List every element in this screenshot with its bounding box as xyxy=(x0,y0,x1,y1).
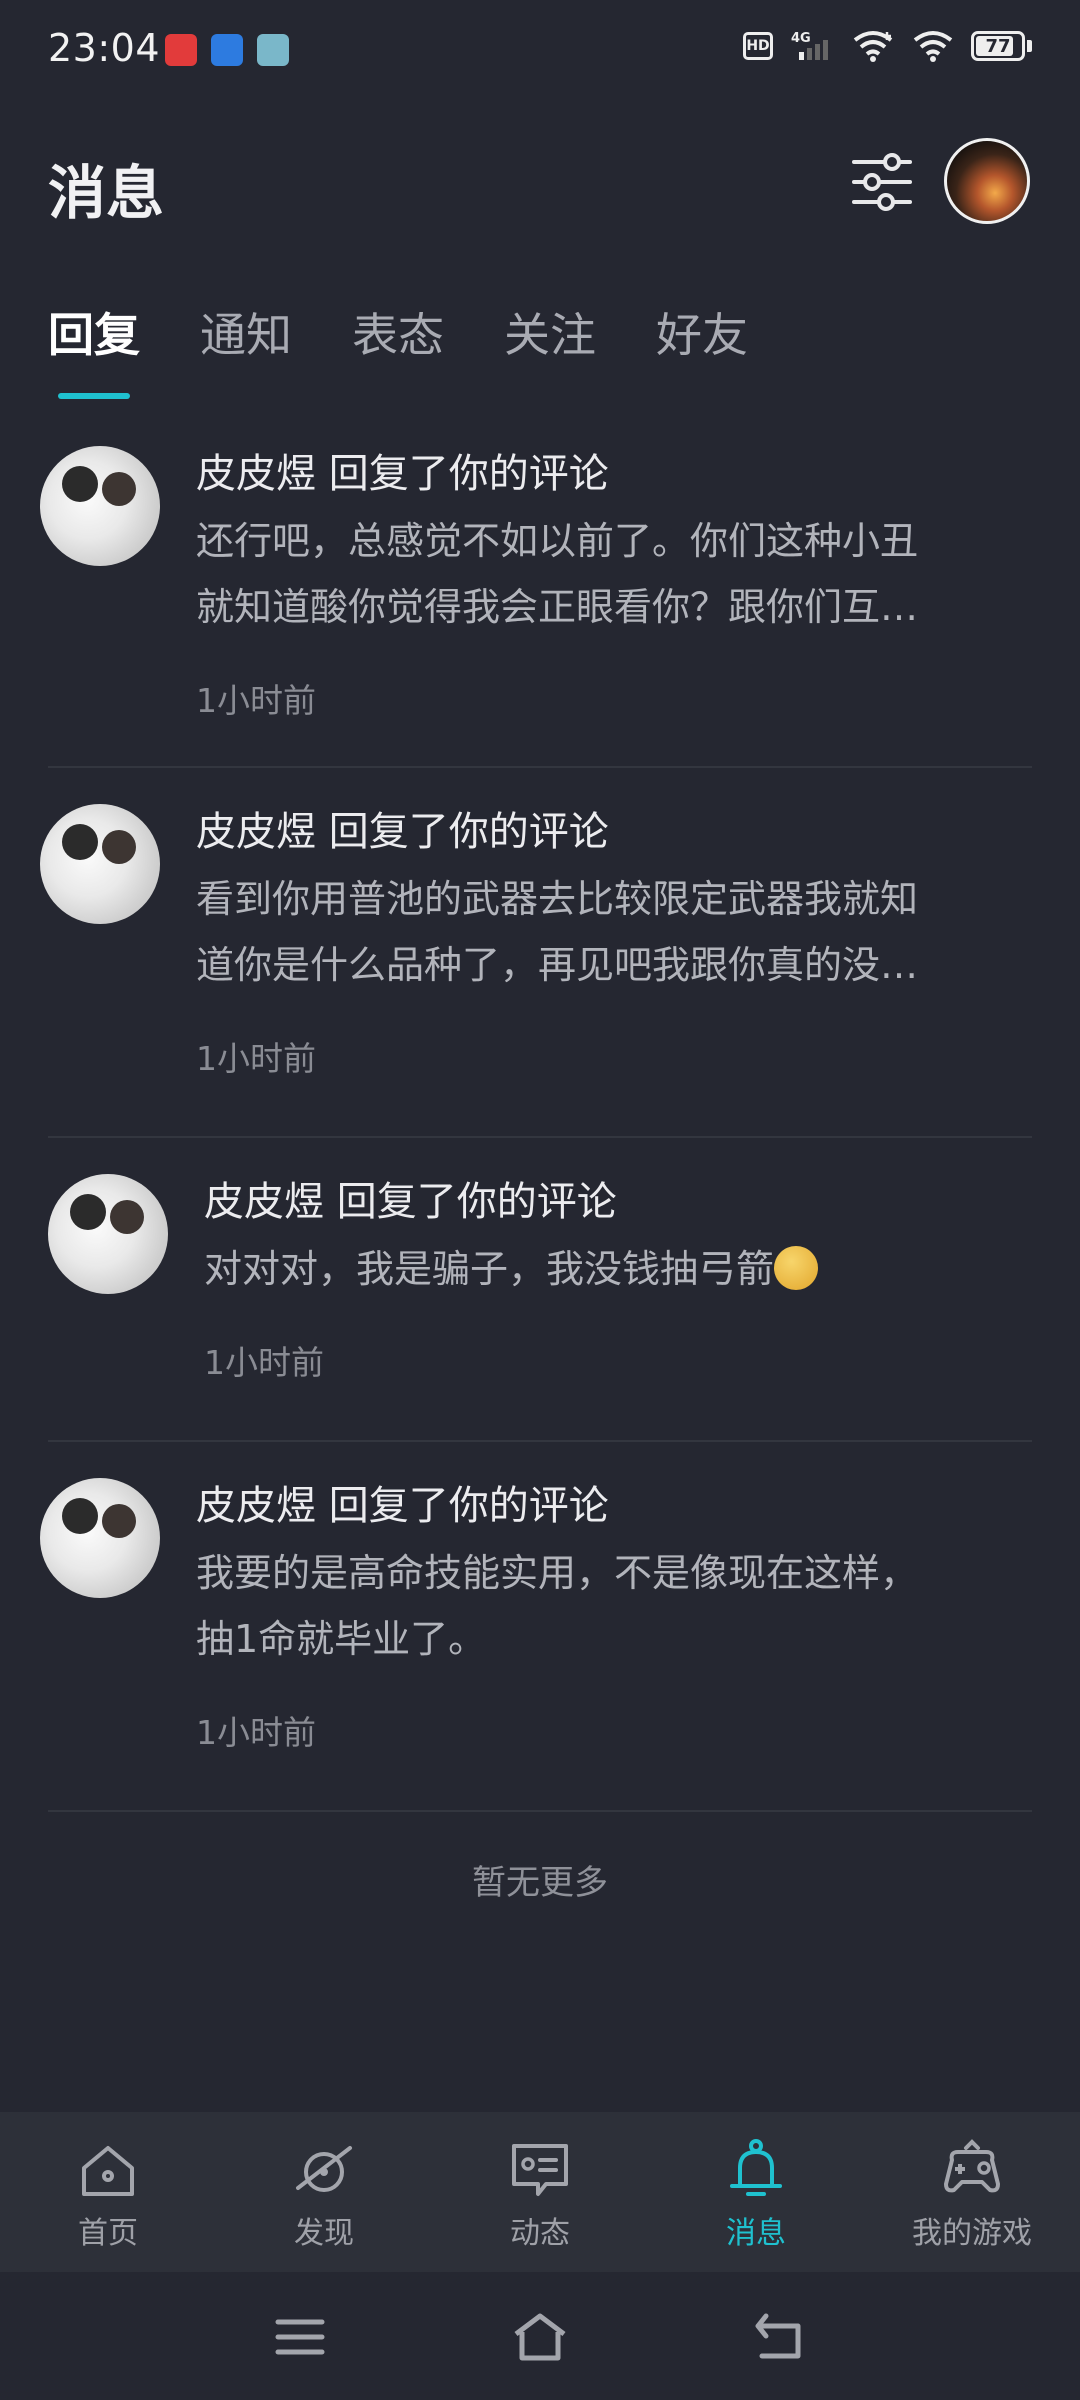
reply-content: 对对对，我是骗子，我没钱抽弓箭 xyxy=(204,1236,1044,1302)
reply-item[interactable]: 皮皮煜 回复了你的评论 我要的是高命技能实用，不是像现在这样， 抽1命就毕业了。… xyxy=(40,1442,1032,1812)
reply-item[interactable]: 皮皮煜 回复了你的评论 对对对，我是骗子，我没钱抽弓箭 1小时前 xyxy=(48,1138,1032,1442)
battery-icon: 77 xyxy=(971,31,1025,61)
smile-emoji-icon xyxy=(774,1246,819,1290)
page-title: 消息 xyxy=(48,159,165,227)
nav-item-feed[interactable]: 动态 xyxy=(432,2112,648,2272)
tab-reply[interactable]: 回复 xyxy=(48,300,140,370)
reply-body: 皮皮煜 回复了你的评论 看到你用普池的武器去比较限定武器我就知 道你是什么品种了… xyxy=(196,804,1036,1080)
reply-list: 皮皮煜 回复了你的评论 还行吧，总感觉不如以前了。你们这种小丑 就知道酸你觉得我… xyxy=(0,410,1080,1812)
reply-action: 回复了你的评论 xyxy=(328,451,609,497)
battery-level: 77 xyxy=(985,35,1011,57)
reply-action: 回复了你的评论 xyxy=(328,1483,609,1529)
reply-content-line: 就知道酸你觉得我会正眼看你？跟你们互… xyxy=(196,585,919,629)
feed-icon xyxy=(512,2144,568,2196)
reply-content-line: 我要的是高命技能实用，不是像现在这样， xyxy=(196,1551,919,1595)
reply-content: 我要的是高命技能实用，不是像现在这样， 抽1命就毕业了。 xyxy=(196,1540,1036,1672)
netease-music-icon xyxy=(165,34,197,66)
reply-body: 皮皮煜 回复了你的评论 还行吧，总感觉不如以前了。你们这种小丑 就知道酸你觉得我… xyxy=(196,446,1036,722)
reply-content-line: 看到你用普池的武器去比较限定武器我就知 xyxy=(196,877,919,921)
reply-header: 皮皮煜 回复了你的评论 xyxy=(204,1174,1044,1230)
reply-content-line: 道你是什么品种了，再见吧我跟你真的没… xyxy=(196,943,919,987)
nav-label: 发现 xyxy=(294,2216,354,2251)
nav-label: 首页 xyxy=(78,2216,138,2251)
profile-avatar[interactable] xyxy=(944,138,1030,224)
menu-icon[interactable] xyxy=(272,2312,328,2362)
tab-notification[interactable]: 通知 xyxy=(200,300,292,370)
reply-action: 回复了你的评论 xyxy=(336,1179,617,1225)
game-notification-icon xyxy=(257,34,289,66)
bottom-nav: 首页 发现 动态 消息 我的游戏 xyxy=(0,2112,1080,2272)
reply-time: 1小时前 xyxy=(196,1713,316,1752)
status-app-icons xyxy=(165,34,289,66)
nav-item-discover[interactable]: 发现 xyxy=(216,2112,432,2272)
reply-header: 皮皮煜 回复了你的评论 xyxy=(196,1478,1036,1534)
message-tabs: 回复 通知 表态 关注 好友 xyxy=(48,300,808,370)
reply-time: 1小时前 xyxy=(204,1343,324,1382)
reply-content-line: 抽1命就毕业了。 xyxy=(196,1617,487,1661)
reply-item[interactable]: 皮皮煜 回复了你的评论 看到你用普池的武器去比较限定武器我就知 道你是什么品种了… xyxy=(40,768,1032,1138)
reply-header: 皮皮煜 回复了你的评论 xyxy=(196,804,1036,860)
header: 消息 xyxy=(0,130,1080,240)
nav-item-messages[interactable]: 消息 xyxy=(648,2112,864,2272)
reply-username[interactable]: 皮皮煜 xyxy=(204,1179,324,1225)
battery-cap xyxy=(1027,40,1032,52)
reply-content: 还行吧，总感觉不如以前了。你们这种小丑 就知道酸你觉得我会正眼看你？跟你们互… xyxy=(196,508,1036,640)
wifi-icon xyxy=(913,31,953,62)
reply-time: 1小时前 xyxy=(196,1039,316,1078)
user-avatar[interactable] xyxy=(40,1478,160,1598)
reply-content: 看到你用普池的武器去比较限定武器我就知 道你是什么品种了，再见吧我跟你真的没… xyxy=(196,866,1036,998)
hd-icon: HD xyxy=(743,32,773,60)
tab-follow[interactable]: 关注 xyxy=(504,300,596,370)
reply-item[interactable]: 皮皮煜 回复了你的评论 还行吧，总感觉不如以前了。你们这种小丑 就知道酸你觉得我… xyxy=(40,410,1032,768)
reply-username[interactable]: 皮皮煜 xyxy=(196,451,316,497)
reply-content-line: 还行吧，总感觉不如以前了。你们这种小丑 xyxy=(196,519,919,563)
reply-body: 皮皮煜 回复了你的评论 我要的是高命技能实用，不是像现在这样， 抽1命就毕业了。… xyxy=(196,1478,1036,1754)
network-label: 4G xyxy=(791,31,811,46)
cell-signal-icon: 4G xyxy=(791,31,828,60)
wifi-plus-icon xyxy=(853,31,893,62)
nav-item-home[interactable]: 首页 xyxy=(0,2112,216,2272)
filter-settings-icon[interactable] xyxy=(850,150,914,214)
user-avatar[interactable] xyxy=(40,446,160,566)
system-home-icon[interactable] xyxy=(512,2312,568,2362)
system-nav-bar xyxy=(0,2272,1080,2400)
status-time: 23:04 xyxy=(48,26,161,70)
nav-label: 我的游戏 xyxy=(912,2216,1032,2251)
back-icon[interactable] xyxy=(752,2312,808,2362)
gamepad-icon xyxy=(944,2139,1000,2193)
reply-body: 皮皮煜 回复了你的评论 对对对，我是骗子，我没钱抽弓箭 1小时前 xyxy=(204,1174,1044,1384)
list-end-text: 暂无更多 xyxy=(472,1863,608,1903)
planet-icon xyxy=(296,2146,352,2192)
user-avatar[interactable] xyxy=(48,1174,168,1294)
nav-label: 动态 xyxy=(510,2216,570,2251)
bell-icon xyxy=(730,2139,782,2196)
tab-friends[interactable]: 好友 xyxy=(656,300,748,370)
status-bar: 23:04 HD 4G 77 xyxy=(0,0,1080,100)
nav-label: 消息 xyxy=(726,2216,786,2251)
reply-header: 皮皮煜 回复了你的评论 xyxy=(196,446,1036,502)
reply-content-line: 对对对，我是骗子，我没钱抽弓箭 xyxy=(204,1247,775,1291)
tab-reaction[interactable]: 表态 xyxy=(352,300,444,370)
reply-time: 1小时前 xyxy=(196,681,316,720)
reply-username[interactable]: 皮皮煜 xyxy=(196,809,316,855)
active-tab-indicator xyxy=(58,393,130,399)
home-icon xyxy=(82,2146,134,2196)
reply-action: 回复了你的评论 xyxy=(328,809,609,855)
nav-item-my-games[interactable]: 我的游戏 xyxy=(864,2112,1080,2272)
user-avatar[interactable] xyxy=(40,804,160,924)
reply-username[interactable]: 皮皮煜 xyxy=(196,1483,316,1529)
app-notification-icon xyxy=(211,34,243,66)
status-indicators: HD 4G 77 xyxy=(743,30,1032,62)
